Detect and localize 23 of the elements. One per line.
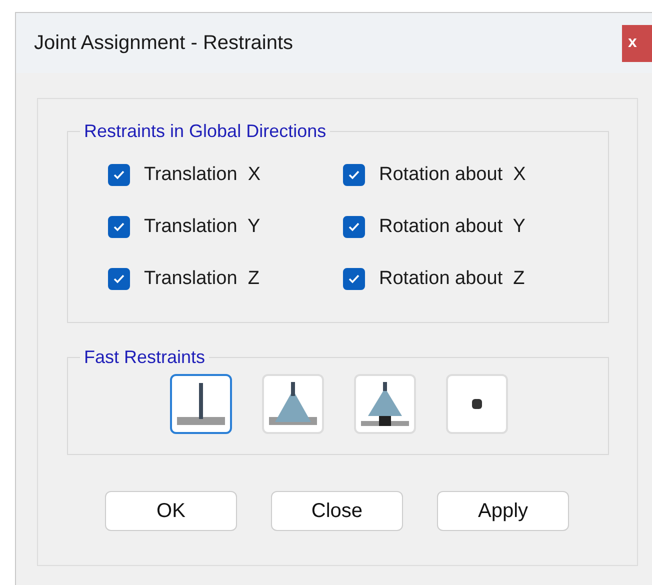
group-title: Restraints in Global Directions: [83, 121, 328, 142]
window-close-button[interactable]: x: [622, 24, 652, 62]
checkbox[interactable]: Rotation about Z: [343, 268, 573, 290]
fixed-support-button[interactable]: [170, 374, 232, 434]
checkbox[interactable]: Translation Y: [108, 216, 343, 238]
window-title: Joint Assignment - Restraints: [34, 32, 293, 54]
dialog-button[interactable]: Close: [271, 491, 403, 531]
checkbox[interactable]: Translation Z: [108, 268, 343, 290]
checkbox-icon[interactable]: [108, 216, 130, 238]
checkbox-icon[interactable]: [108, 268, 130, 290]
checkbox[interactable]: Rotation about Y: [343, 216, 573, 238]
pinned-support-button[interactable]: [262, 374, 324, 434]
dialog-button[interactable]: Apply: [437, 491, 569, 531]
checkbox-icon[interactable]: [108, 164, 130, 186]
checkbox[interactable]: Translation X: [108, 164, 343, 186]
checkbox[interactable]: Rotation about X: [343, 164, 573, 186]
free-support-button[interactable]: [446, 374, 508, 434]
roller-support-button[interactable]: [354, 374, 416, 434]
dialog-button[interactable]: OK: [105, 491, 237, 531]
group-title: Fast Restraints: [83, 347, 206, 368]
checkbox-icon[interactable]: [343, 164, 365, 186]
checkbox-icon[interactable]: [343, 216, 365, 238]
checkbox-icon[interactable]: [343, 268, 365, 290]
